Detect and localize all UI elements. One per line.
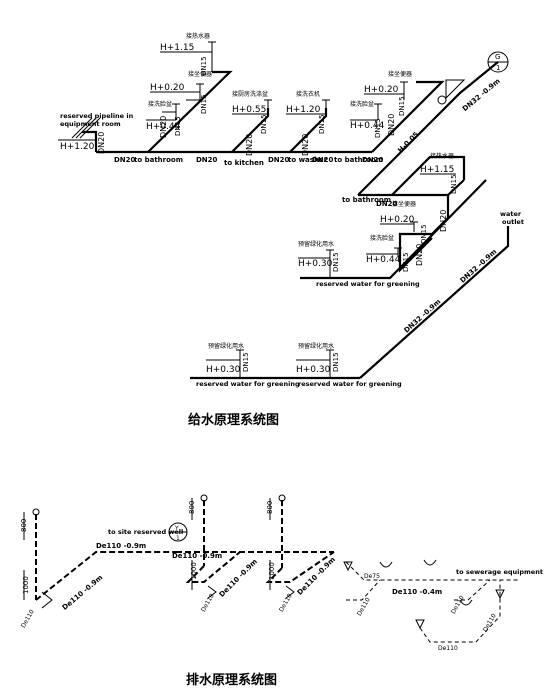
pipe-size-label: De110 -0.4m (392, 588, 442, 596)
pipe-size-label: De110 (450, 594, 466, 615)
pipe-size-label: De110 -0.9m (296, 556, 337, 597)
drainage-system: 800 1000 De110 De110 -0.9m De110 -0.9m t… (20, 494, 543, 688)
fixture-label: 预留绿化用水 (208, 342, 244, 350)
valve-icon (400, 81, 408, 90)
destination-label: to kitchen (224, 159, 264, 167)
pipe-size-label: De110 (200, 592, 216, 613)
fixture-label: 接洗衣机 (296, 90, 320, 98)
pipe-size-label: De110 (482, 612, 498, 633)
dimension-label: 800 (266, 501, 274, 514)
elevation-label: H+0.30 (206, 365, 241, 375)
destination-label: to bathroom (134, 156, 183, 164)
diagram-canvas: reserved pipeline in equipment room H+1.… (0, 0, 545, 698)
valve-icon (322, 99, 330, 108)
valve-icon (172, 103, 180, 112)
pipe-size-label: DN20 (268, 156, 290, 164)
reserved-well-label: Y (174, 525, 179, 532)
dimension-label: 800 (20, 519, 28, 532)
fixture-label: 接热水器 (430, 152, 454, 160)
gauge-icon (437, 95, 447, 105)
pipe-size-label: DN32 -0.9m (461, 77, 502, 113)
fixture-label: 接坐便器 (388, 70, 412, 78)
pipe-size-label: DN20 (159, 116, 168, 138)
pipe-size-label: DN15 (332, 252, 340, 272)
pipe-size-label: De110 -0.9m (96, 542, 146, 550)
pipe-size-label: De110 (356, 596, 372, 617)
fixture-label: 接洗脸盆 (370, 234, 394, 242)
pipe-size-label: DN20 (114, 156, 136, 164)
pipe-size-label: DN32 -0.9m (403, 298, 443, 335)
fixture-label: 接热水器 (186, 32, 210, 40)
water-supply-system: reserved pipeline in equipment room H+1.… (58, 32, 524, 428)
meter-well-number: 1 (496, 64, 500, 72)
destination-label: reserved water for greening (298, 380, 402, 388)
pipe-size-label: De110 -0.9m (218, 558, 259, 599)
fixture-label: 接坐便器 (188, 70, 212, 78)
trap-icon (379, 561, 393, 568)
fixture-label: 接洗脸盆 (350, 100, 374, 108)
reserved-pipeline-label: reserved pipeline in (60, 112, 134, 120)
floor-drain-icon (415, 619, 425, 630)
outlet-label: outlet (502, 218, 524, 226)
plumbing-system-diagram: reserved pipeline in equipment room H+1.… (20, 32, 543, 688)
pipe-size-label: De110 -0.9m (61, 573, 105, 611)
dimension-label: 1000 (22, 576, 30, 594)
drain-pipe-branch (346, 579, 381, 601)
destination-label: reserved water for greening (316, 280, 420, 288)
dimension-label: 800 (188, 501, 196, 514)
pipe-size-label: DN15 (200, 94, 208, 114)
reserved-well-number: 1 (176, 535, 180, 542)
pipe-size-label: De110 -0.9m (172, 552, 222, 560)
pipe-size-label: DN15 (318, 114, 326, 134)
fixture-label: 接坐便器 (392, 200, 416, 208)
dimension-label: 1000 (190, 562, 198, 580)
meter-well-label: G (495, 53, 500, 61)
drainage-diagram-title: 排水原理系统图 (186, 672, 277, 688)
pipe-size-label: DN20 (97, 132, 106, 154)
valve-icon (374, 103, 382, 110)
supply-diagram-title: 给水原理系统图 (188, 412, 279, 428)
elevation-label: H+0.30 (298, 259, 333, 269)
pipe-size-label: DN20 (362, 156, 384, 164)
fixture-label: 接厨房洗涤盆 (232, 90, 268, 98)
elevation-label: H-0.05 (396, 130, 420, 154)
fixture-label: 预留绿化用水 (298, 342, 334, 350)
toilet-connection (186, 92, 201, 101)
pipe-size-label: DN20 (387, 114, 396, 136)
pipe-size-label: DN15 (242, 352, 250, 372)
floor-drain-icon (343, 561, 353, 572)
elevation-label: H+0.30 (296, 365, 331, 375)
pipe-size-label: DN15 (450, 174, 458, 194)
destination-label: reserved water for greening (196, 380, 300, 388)
pipe-size-label: DN20 (301, 134, 310, 156)
pipe-size-label: DN20 (245, 134, 254, 156)
pipe-size-label: De110 (278, 592, 294, 613)
elevation-label: H+0.44 (366, 255, 401, 265)
equipment-room-label: equipment room (60, 120, 121, 128)
pipe-size-label: De75 (364, 573, 380, 580)
trap-icon (423, 559, 437, 566)
pipe-size-label: DN20 (312, 156, 334, 164)
pipe-size-label: DN32 -0.9m (459, 248, 499, 285)
outlet-label: water (500, 210, 522, 218)
pipe-size-label: DN20 (196, 156, 218, 164)
pipe-size-label: DN15 (332, 352, 340, 372)
valve-icon (208, 41, 216, 52)
valve-icon (196, 83, 204, 92)
destination-label: to sewerage equipment (456, 568, 543, 576)
fixture-label: 接洗脸盆 (148, 100, 172, 108)
elevation-label: H+1.20 (60, 142, 95, 152)
pipe-size-label: DN15 (174, 116, 182, 136)
meter-valve-icon (445, 79, 466, 100)
pipe-size-label: DN15 (374, 118, 382, 138)
pipe-size-label: DN15 (260, 114, 268, 134)
fixture-label: 预留绿化用水 (298, 240, 334, 248)
pipe-size-label: DN15 (398, 96, 406, 116)
pipe-size-label: De110 (20, 608, 36, 629)
pipe-size-label: De110 (438, 645, 458, 652)
drain-pipe-a (35, 551, 176, 601)
